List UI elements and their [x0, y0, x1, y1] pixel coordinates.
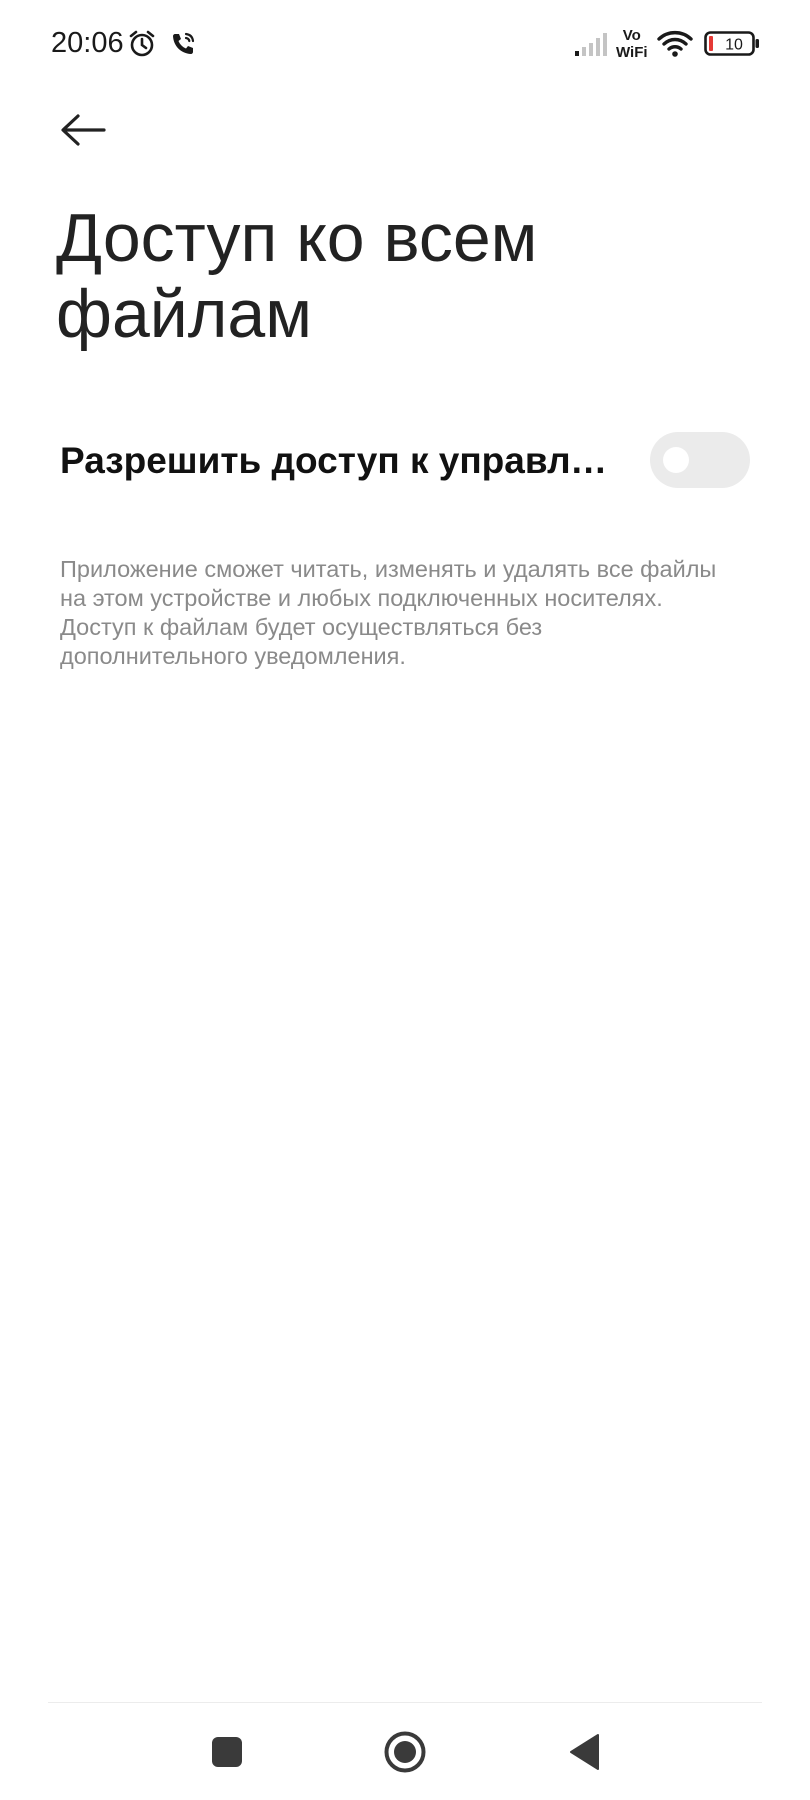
battery-level: 10: [725, 37, 743, 54]
system-back-button[interactable]: [554, 1725, 616, 1779]
home-circle-icon: [384, 1731, 426, 1773]
all-files-access-setting[interactable]: Разрешить доступ к управлению всеми файл…: [60, 426, 754, 496]
battery-low-fill: [709, 36, 713, 51]
status-time: 20:06: [51, 27, 124, 59]
recents-square-icon: [212, 1737, 242, 1767]
signal-icon: [575, 33, 607, 56]
page-title-line1: Доступ ко всем: [56, 200, 538, 276]
page-title-line2: файлам: [56, 276, 312, 352]
toggle-knob: [663, 447, 689, 473]
wifi-call-icon: [173, 32, 195, 54]
page-title: Доступ ко всем файлам: [56, 200, 756, 352]
wifi-icon: [657, 30, 693, 57]
home-button[interactable]: [372, 1725, 438, 1779]
vowifi-icon: Vo WiFi: [616, 27, 648, 61]
setting-description: Приложение сможет читать, изменять и уда…: [60, 556, 717, 669]
back-button[interactable]: [48, 100, 118, 160]
recents-button[interactable]: [196, 1725, 258, 1779]
arrow-left-icon: [61, 114, 106, 146]
all-files-access-toggle[interactable]: [650, 432, 750, 488]
back-triangle-icon: [570, 1734, 599, 1770]
battery-icon: 10: [704, 31, 759, 56]
setting-label: Разрешить доступ к управлению всеми файл…: [60, 440, 620, 481]
nav-divider: [48, 1702, 762, 1703]
alarm-icon: [129, 30, 155, 57]
status-bar: 20:06 Vo WiFi 10: [0, 0, 810, 88]
